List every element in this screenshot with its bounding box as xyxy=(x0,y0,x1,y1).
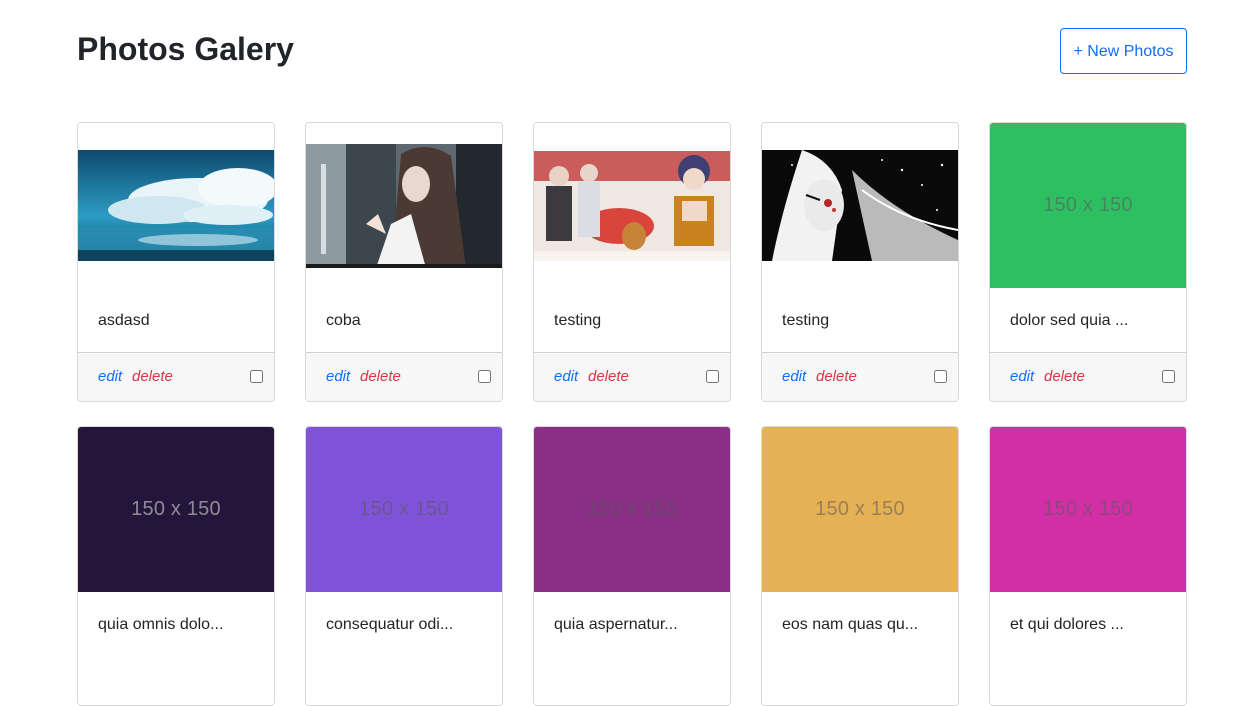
select-checkbox[interactable] xyxy=(250,370,263,383)
photo-title: quia omnis dolo... xyxy=(98,616,224,633)
photo-title: eos nam quas qu... xyxy=(782,616,919,633)
placeholder-label: 150 x 150 xyxy=(131,498,221,520)
photo-thumbnail[interactable] xyxy=(762,123,958,288)
photo-thumbnail[interactable] xyxy=(306,123,502,288)
placeholder-label: 150 x 150 xyxy=(1043,194,1133,216)
photo-card: testing edit delete xyxy=(761,122,959,402)
card-footer: edit delete xyxy=(78,352,274,401)
placeholder-label: 150 x 150 xyxy=(587,498,677,520)
edit-link[interactable]: edit xyxy=(326,368,350,385)
delete-link[interactable]: delete xyxy=(360,368,401,385)
photo-thumbnail[interactable] xyxy=(534,123,730,288)
photo-card: 150 x 150 quia omnis dolo... xyxy=(77,426,275,706)
photo-thumbnail[interactable]: 150 x 150 xyxy=(306,427,502,592)
photo-thumbnail[interactable]: 150 x 150 xyxy=(990,123,1186,288)
placeholder-label: 150 x 150 xyxy=(359,498,449,520)
delete-link[interactable]: delete xyxy=(588,368,629,385)
page-title: Photos Galery xyxy=(77,31,294,67)
delete-link[interactable]: delete xyxy=(816,368,857,385)
card-footer: edit delete xyxy=(306,352,502,401)
photo-card: 150 x 150 consequatur odi... xyxy=(305,426,503,706)
photo-card: asdasd edit delete xyxy=(77,122,275,402)
photo-thumbnail[interactable]: 150 x 150 xyxy=(990,427,1186,592)
card-footer: edit delete xyxy=(762,352,958,401)
photo-card: coba edit delete xyxy=(305,122,503,402)
select-checkbox[interactable] xyxy=(1162,370,1175,383)
card-footer: edit delete xyxy=(534,352,730,401)
photo-thumbnail[interactable]: 150 x 150 xyxy=(762,427,958,592)
placeholder-label: 150 x 150 xyxy=(1043,498,1133,520)
photo-thumbnail[interactable]: 150 x 150 xyxy=(534,427,730,592)
photo-title: testing xyxy=(554,312,602,329)
photo-title: et qui dolores ... xyxy=(1010,616,1124,633)
select-checkbox[interactable] xyxy=(934,370,947,383)
monochrome-portrait-image xyxy=(762,150,958,261)
anime-window-image xyxy=(306,143,502,268)
delete-link[interactable]: delete xyxy=(132,368,173,385)
card-footer: edit delete xyxy=(990,352,1186,401)
photo-title: coba xyxy=(326,312,361,329)
delete-link[interactable]: delete xyxy=(1044,368,1085,385)
edit-link[interactable]: edit xyxy=(554,368,578,385)
photo-card: 150 x 150 eos nam quas qu... xyxy=(761,426,959,706)
new-photos-button[interactable]: + New Photos xyxy=(1060,28,1187,74)
photo-card: 150 x 150 et qui dolores ... xyxy=(989,426,1187,706)
edit-link[interactable]: edit xyxy=(98,368,122,385)
photo-card: testing edit delete xyxy=(533,122,731,402)
select-checkbox[interactable] xyxy=(706,370,719,383)
anime-group-image xyxy=(534,150,730,261)
photo-thumbnail[interactable] xyxy=(78,123,274,288)
photo-title: asdasd xyxy=(98,312,150,329)
select-checkbox[interactable] xyxy=(478,370,491,383)
edit-link[interactable]: edit xyxy=(1010,368,1034,385)
photo-title: testing xyxy=(782,312,830,329)
photo-title: quia aspernatur... xyxy=(554,616,678,633)
photo-title: dolor sed quia ... xyxy=(1010,312,1129,329)
photo-thumbnail[interactable]: 150 x 150 xyxy=(78,427,274,592)
photo-title: consequatur odi... xyxy=(326,616,454,633)
placeholder-label: 150 x 150 xyxy=(815,498,905,520)
photo-grid: asdasd edit delete coba edit delete test… xyxy=(77,122,1187,706)
edit-link[interactable]: edit xyxy=(782,368,806,385)
photo-card: 150 x 150 dolor sed quia ... edit delete xyxy=(989,122,1187,402)
photo-card: 150 x 150 quia aspernatur... xyxy=(533,426,731,706)
sky-clouds-image xyxy=(78,150,274,261)
